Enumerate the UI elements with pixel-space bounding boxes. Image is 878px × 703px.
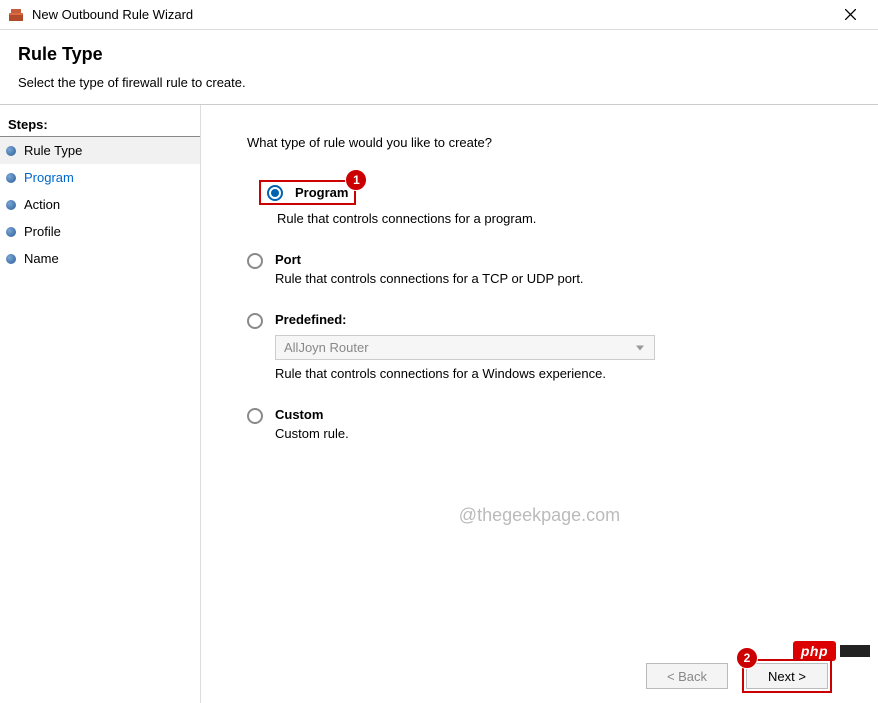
step-label: Action: [24, 197, 60, 212]
radio-predefined[interactable]: [247, 313, 263, 329]
step-name[interactable]: Name: [0, 245, 200, 272]
option-program-title: Program: [295, 185, 348, 200]
php-badge: php: [793, 641, 870, 661]
main-panel: What type of rule would you like to crea…: [200, 105, 878, 703]
close-icon: [845, 9, 856, 20]
bullet-icon: [6, 200, 16, 210]
php-badge-bar: [840, 645, 870, 657]
bullet-icon: [6, 173, 16, 183]
option-predefined-title: Predefined:: [275, 312, 842, 327]
window-title: New Outbound Rule Wizard: [32, 7, 830, 22]
step-program[interactable]: Program: [0, 164, 200, 191]
radio-program[interactable]: [267, 185, 283, 201]
step-label: Rule Type: [24, 143, 82, 158]
option-custom: Custom Custom rule.: [247, 407, 842, 441]
option-program-desc: Rule that controls connections for a pro…: [277, 211, 842, 226]
titlebar: New Outbound Rule Wizard: [0, 0, 878, 30]
step-rule-type[interactable]: Rule Type: [0, 137, 200, 164]
next-button-highlight: 2 Next >: [742, 659, 832, 693]
steps-heading: Steps:: [0, 115, 200, 137]
steps-sidebar: Steps: Rule Type Program Action Profile …: [0, 105, 200, 703]
step-label: Profile: [24, 224, 61, 239]
step-action[interactable]: Action: [0, 191, 200, 218]
php-badge-text: php: [793, 641, 836, 661]
watermark-text: @thegeekpage.com: [459, 505, 620, 526]
bullet-icon: [6, 227, 16, 237]
step-profile[interactable]: Profile: [0, 218, 200, 245]
next-button[interactable]: Next >: [746, 663, 828, 689]
page-subtitle: Select the type of firewall rule to crea…: [18, 75, 860, 90]
page-header: Rule Type Select the type of firewall ru…: [0, 30, 878, 106]
content-area: Steps: Rule Type Program Action Profile …: [0, 104, 878, 703]
rule-type-prompt: What type of rule would you like to crea…: [247, 135, 842, 150]
callout-badge-1: 1: [345, 169, 367, 191]
step-label: Program: [24, 170, 74, 185]
back-button[interactable]: < Back: [646, 663, 728, 689]
option-port-title: Port: [275, 252, 842, 267]
close-button[interactable]: [830, 0, 870, 30]
option-predefined: Predefined: AllJoyn Router Rule that con…: [247, 312, 842, 381]
radio-port[interactable]: [247, 253, 263, 269]
radio-custom[interactable]: [247, 408, 263, 424]
wizard-footer: < Back 2 Next >: [646, 659, 866, 693]
option-custom-title: Custom: [275, 407, 842, 422]
callout-badge-2: 2: [736, 647, 758, 669]
option-program-highlight: Program 1: [259, 180, 356, 205]
option-port: Port Rule that controls connections for …: [247, 252, 842, 286]
step-label: Name: [24, 251, 59, 266]
bullet-icon: [6, 254, 16, 264]
option-port-desc: Rule that controls connections for a TCP…: [275, 271, 842, 286]
option-custom-desc: Custom rule.: [275, 426, 842, 441]
predefined-dropdown: AllJoyn Router: [275, 335, 655, 360]
rule-type-options: Program 1 Rule that controls connections…: [247, 180, 842, 441]
page-title: Rule Type: [18, 44, 860, 65]
option-predefined-desc: Rule that controls connections for a Win…: [275, 366, 842, 381]
option-program: Program 1: [247, 180, 842, 205]
firewall-icon: [8, 7, 24, 23]
bullet-icon: [6, 146, 16, 156]
